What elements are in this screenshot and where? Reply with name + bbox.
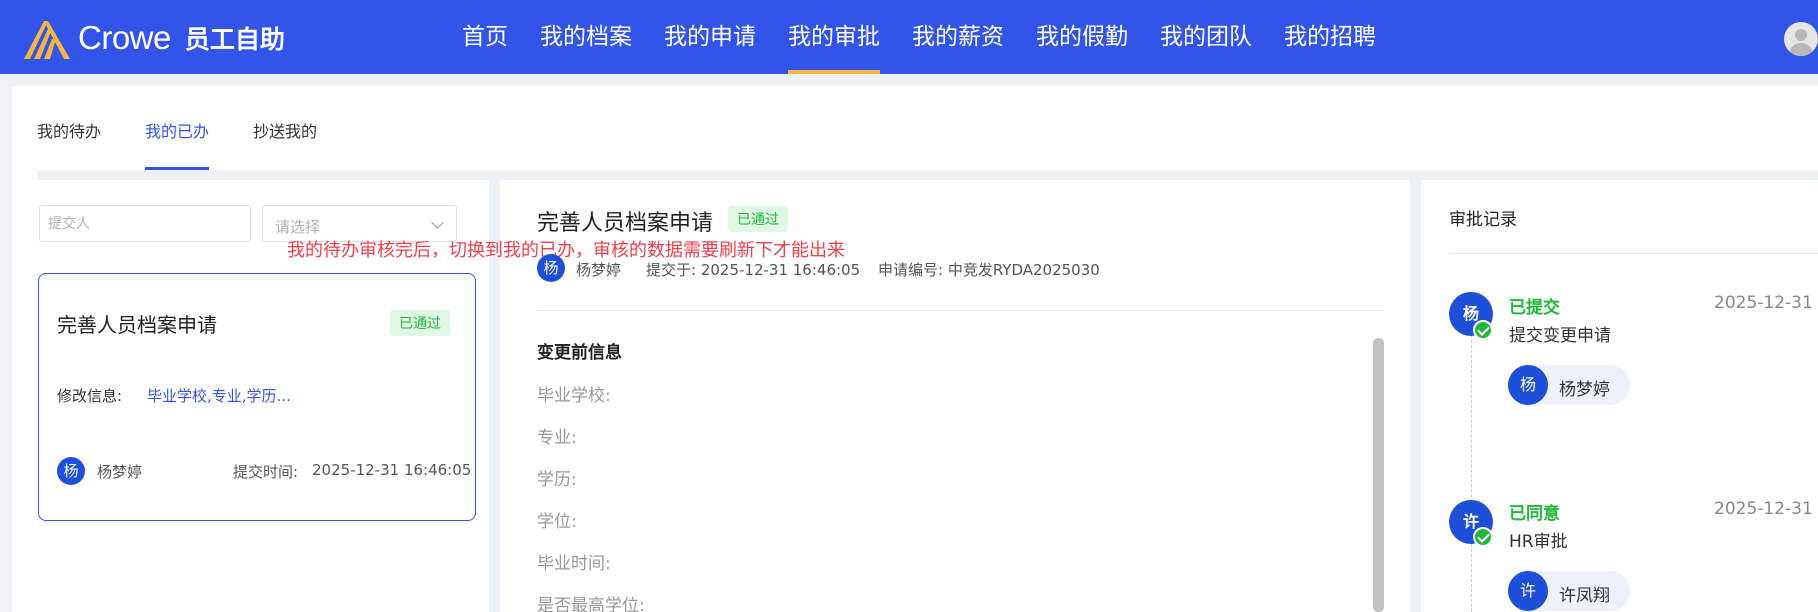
nav-my-team[interactable]: 我的团队 <box>1160 0 1252 74</box>
app-subtitle: 员工自助 <box>184 25 285 54</box>
modified-info-value[interactable]: 毕业学校,专业,学历... <box>147 385 291 406</box>
avatar: 许 <box>1508 571 1548 611</box>
field-school: 毕业学校: <box>537 386 611 406</box>
logo-text: Crowe <box>78 19 171 56</box>
timeline-line <box>1471 320 1472 612</box>
nav-my-profile[interactable]: 我的档案 <box>540 0 632 74</box>
detail-scrollbar[interactable] <box>1373 338 1384 612</box>
field-education: 学历: <box>537 470 577 490</box>
card-title: 完善人员档案申请 <box>57 313 217 337</box>
approver-chip: 杨 杨梦婷 <box>1508 365 1630 405</box>
status-badge: 已通过 <box>390 310 450 336</box>
field-graduation-date: 毕业时间: <box>537 554 611 574</box>
application-card[interactable]: 完善人员档案申请 已通过 修改信息: 毕业学校,专业,学历... 杨 杨梦婷 提… <box>38 273 476 521</box>
record-status: 已同意 <box>1509 504 1560 524</box>
record-status: 已提交 <box>1509 298 1560 318</box>
records-title: 审批记录 <box>1449 210 1517 230</box>
chevron-down-icon <box>431 216 444 229</box>
detail-submit-time: 提交于: 2025-12-31 16:46:05 <box>646 261 861 279</box>
approver-name: 许凤翔 <box>1559 586 1610 606</box>
submitter-input[interactable] <box>39 205 251 242</box>
approver-name: 杨梦婷 <box>1559 380 1610 400</box>
detail-submitter: 杨梦婷 <box>576 261 622 279</box>
card-submitter: 杨梦婷 <box>97 463 143 481</box>
record-time: 2025-12-31 1 <box>1714 293 1818 313</box>
tab-divider <box>37 170 1818 180</box>
nav-home[interactable]: 首页 <box>462 0 508 74</box>
check-icon <box>1473 320 1493 340</box>
nav-my-leave[interactable]: 我的假勤 <box>1036 0 1128 74</box>
field-major: 专业: <box>537 428 577 448</box>
avatar: 杨 <box>1508 365 1548 405</box>
submit-time: 2025-12-31 16:46:05 <box>312 461 472 479</box>
record-step: 提交变更申请 <box>1509 326 1611 346</box>
nav-my-recruitment[interactable]: 我的招聘 <box>1284 0 1376 74</box>
status-badge: 已通过 <box>728 206 788 232</box>
main-nav: 首页 我的档案 我的申请 我的审批 我的薪资 我的假勤 我的团队 我的招聘 <box>462 0 1408 74</box>
section-title-before-change: 变更前信息 <box>537 343 622 363</box>
top-navbar: Crowe 员工自助 首页 我的档案 我的申请 我的审批 我的薪资 我的假勤 我… <box>0 0 1818 74</box>
tab-my-todo[interactable]: 我的待办 <box>37 86 101 170</box>
avatar: 杨 <box>537 254 565 282</box>
select-placeholder: 请选择 <box>275 218 321 236</box>
field-degree: 学位: <box>537 512 577 532</box>
nav-my-salary[interactable]: 我的薪资 <box>912 0 1004 74</box>
record-time: 2025-12-31 1 <box>1714 499 1818 519</box>
column-divider <box>1410 179 1421 612</box>
tab-cc-me[interactable]: 抄送我的 <box>253 86 317 170</box>
tab-my-done[interactable]: 我的已办 <box>145 86 210 170</box>
logo[interactable]: Crowe 员工自助 <box>22 14 285 62</box>
application-number: 申请编号: 中竞发RYDA2025030 <box>878 261 1100 279</box>
nav-my-applications[interactable]: 我的申请 <box>664 0 756 74</box>
crowe-logo-icon <box>24 21 70 59</box>
nav-my-approvals[interactable]: 我的审批 <box>788 0 880 74</box>
approval-tabs: 我的待办 我的已办 抄送我的 <box>37 86 361 170</box>
check-icon <box>1473 527 1493 547</box>
field-highest-degree: 是否最高学位: <box>537 596 645 612</box>
modified-info-label: 修改信息: <box>57 387 123 405</box>
divider <box>537 310 1384 311</box>
divider <box>1449 253 1818 254</box>
user-avatar-icon[interactable] <box>1784 22 1818 56</box>
avatar: 杨 <box>57 457 85 485</box>
submit-time-label: 提交时间: <box>233 463 299 481</box>
record-step: HR审批 <box>1509 532 1568 552</box>
detail-title: 完善人员档案申请 <box>537 211 714 236</box>
approver-chip: 许 许凤翔 <box>1508 571 1630 611</box>
